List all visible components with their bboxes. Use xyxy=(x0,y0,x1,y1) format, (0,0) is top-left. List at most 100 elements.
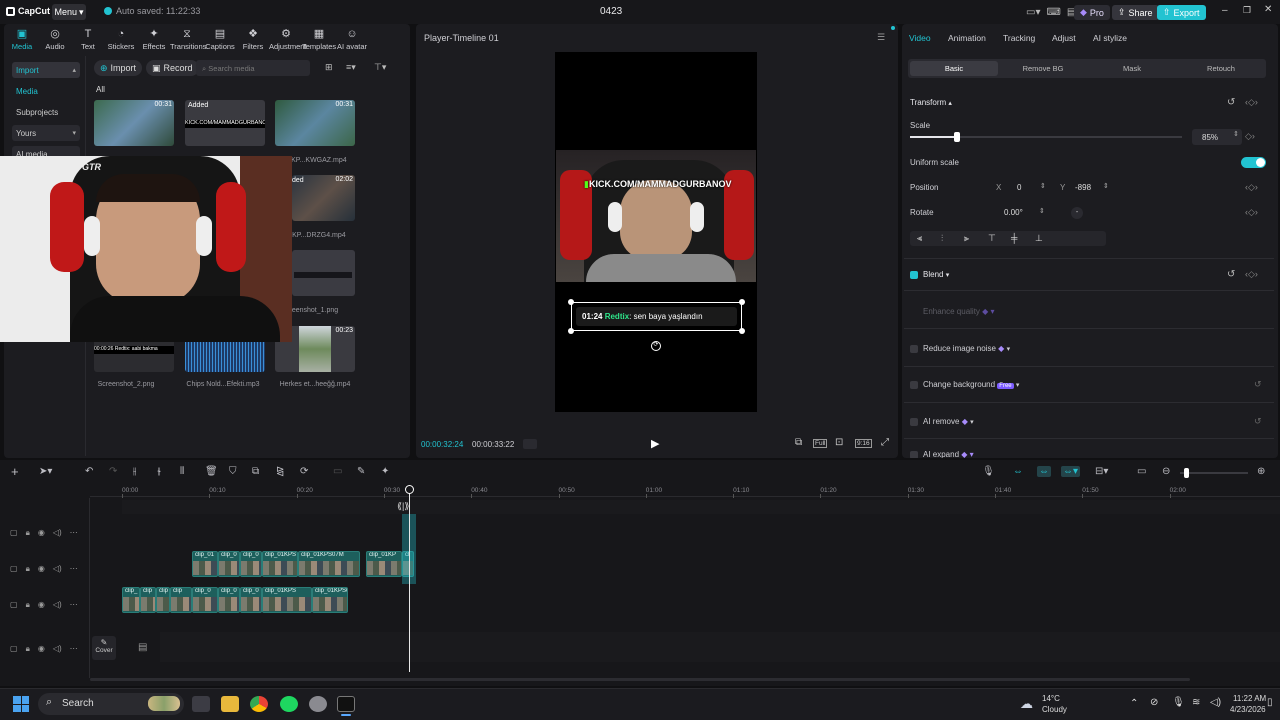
split-right-icon[interactable]: ⫴ xyxy=(180,466,184,477)
position-x-field[interactable]: X 0 ⇕ xyxy=(990,180,1050,196)
windows-start-icon[interactable] xyxy=(13,696,29,712)
freeze-icon[interactable]: ▭ xyxy=(333,466,342,477)
reset-icon[interactable]: ↺ xyxy=(1254,379,1262,390)
timeline-scrollbar[interactable] xyxy=(90,678,1190,681)
sidebar-item-yours[interactable]: Yours ▾ xyxy=(12,125,80,141)
tab-text[interactable]: T Text xyxy=(71,28,105,51)
timeline-clip[interactable]: clip_0 xyxy=(218,587,240,613)
tab-adjust[interactable]: Adjust xyxy=(1052,33,1076,43)
playhead-line[interactable] xyxy=(409,488,410,672)
crop-icon[interactable]: ⧉ xyxy=(252,466,259,477)
checkbox-checked-icon[interactable] xyxy=(910,270,918,279)
media-thumb-1[interactable]: 00:31 xyxy=(94,100,174,146)
subtab-remove-bg[interactable]: Remove BG xyxy=(999,61,1087,76)
record-button[interactable]: ▣ Record xyxy=(146,60,199,76)
rotate-input[interactable]: 0.00° ⇕ xyxy=(990,205,1048,221)
lock-icon[interactable]: 🔒︎ xyxy=(26,564,30,574)
tab-captions[interactable]: ▤ Captions xyxy=(203,28,237,51)
ratio-button[interactable]: 9:16 xyxy=(855,439,872,448)
waveform-toggle-icon[interactable] xyxy=(523,439,537,449)
undo-icon[interactable]: ↶ xyxy=(85,466,93,477)
sidebar-item-subprojects[interactable]: Subprojects xyxy=(12,104,80,120)
media-thumb-6[interactable] xyxy=(292,250,355,296)
tab-filters[interactable]: ❖ Filters xyxy=(236,28,270,51)
more-icon[interactable]: ⋯ xyxy=(70,564,78,574)
audio-marker-icon[interactable]: ⟪|⟫ xyxy=(397,501,409,512)
speaker-icon[interactable]: ◁) xyxy=(53,644,62,654)
speaker-icon[interactable]: ◁) xyxy=(53,564,62,574)
sidebar-item-media[interactable]: Media xyxy=(12,83,80,99)
timeline-clip[interactable]: clip xyxy=(170,587,192,613)
layout-icon[interactable]: ▭▾ xyxy=(1026,7,1040,18)
obs-icon[interactable] xyxy=(309,696,327,712)
maximize-icon[interactable]: ❐ xyxy=(1243,5,1251,16)
timeline-clip[interactable]: clip_01KP xyxy=(366,551,402,577)
redo-icon[interactable]: ↷ xyxy=(109,466,117,477)
timeline-clip[interactable]: clip xyxy=(156,587,170,613)
scale-value-input[interactable]: 85% ⇕ xyxy=(1192,129,1242,145)
share-button[interactable]: ⇪ Share xyxy=(1112,5,1159,20)
tab-animation[interactable]: Animation xyxy=(948,33,986,43)
tab-templates[interactable]: ▦ Templates xyxy=(302,28,336,51)
handle-dot[interactable] xyxy=(568,299,574,305)
position-y-field[interactable]: Y -898 ⇕ xyxy=(1055,180,1115,196)
speaker-icon[interactable]: ◁) xyxy=(53,600,62,610)
shortcut-icon[interactable]: ⌨ xyxy=(1046,7,1060,18)
full-quality-button[interactable]: Full xyxy=(813,439,828,448)
snap-icon[interactable]: ⇔▾ xyxy=(1061,466,1081,477)
eye-icon[interactable]: ◉ xyxy=(38,528,45,538)
split-left-icon[interactable]: ⫳ xyxy=(157,466,161,477)
more-icon[interactable]: ⋯ xyxy=(70,600,78,610)
chevron-up-icon[interactable]: ⌃ xyxy=(1130,698,1138,709)
speaker-icon[interactable]: ◁) xyxy=(53,528,62,538)
keyframe-icon[interactable]: ‹◇› xyxy=(1245,97,1258,108)
zoom-slider-handle[interactable] xyxy=(1184,468,1189,478)
zoom-in-icon[interactable]: ⊕ xyxy=(1257,466,1265,477)
timeline-clip[interactable]: clip xyxy=(140,587,156,613)
add-track-icon[interactable]: + xyxy=(11,464,19,479)
handle-dot[interactable] xyxy=(739,299,745,305)
tab-adjustment[interactable]: ⚙ Adjustment xyxy=(269,28,307,51)
link-main-track-icon[interactable]: ⇔ xyxy=(1013,466,1023,477)
tab-video[interactable]: Video xyxy=(909,33,931,43)
timeline-ruler[interactable] xyxy=(90,483,1280,497)
play-icon[interactable]: ▶ xyxy=(651,437,659,450)
subtab-basic[interactable]: Basic xyxy=(910,61,998,76)
reset-icon[interactable]: ↺ xyxy=(1227,269,1235,280)
screenshot-icon[interactable]: ⊡ xyxy=(835,437,843,448)
reduce-noise-row[interactable]: Reduce image noise ◆ ▾ xyxy=(910,344,1010,353)
more-icon[interactable]: ⋯ xyxy=(70,644,78,654)
tab-audio[interactable]: ◎ Audio xyxy=(38,28,72,51)
sort-icon[interactable]: ≡▾ xyxy=(346,62,356,73)
media-thumb-3[interactable]: 00:31 xyxy=(275,100,355,146)
transform-header[interactable]: Transform ▴ xyxy=(910,98,952,107)
checkbox-icon[interactable] xyxy=(910,417,918,426)
tab-effects[interactable]: ✦ Effects xyxy=(137,28,171,51)
task-view-icon[interactable] xyxy=(192,696,210,712)
caption-box[interactable]: 01:24 Redtix: sen baya yaşlandın xyxy=(571,302,742,331)
timeline-clip[interactable]: clip_0 xyxy=(240,551,262,577)
microphone-icon[interactable]: 🎙︎ xyxy=(1172,697,1185,708)
rotate-icon[interactable]: ⟳ xyxy=(300,466,308,477)
filter-icon[interactable]: ⊤▾ xyxy=(374,62,386,73)
tab-ai-avatar[interactable]: ☺ AI avatar xyxy=(335,28,369,51)
timeline-clip[interactable]: clip_0 xyxy=(218,551,240,577)
rotate-dial[interactable]: - xyxy=(1071,207,1083,219)
cover-button[interactable]: ✎ Cover xyxy=(92,636,116,660)
reset-icon[interactable]: ↺ xyxy=(1227,97,1235,108)
handle-dot[interactable] xyxy=(739,328,745,334)
timeline-clip[interactable]: clip_01KPS07M xyxy=(298,551,360,577)
file-explorer-icon[interactable] xyxy=(221,696,239,712)
fullscreen-icon[interactable]: ⤢ xyxy=(881,437,889,448)
playhead-handle[interactable] xyxy=(405,485,414,494)
uniform-scale-toggle[interactable] xyxy=(1241,157,1266,168)
media-thumb-5[interactable]: ded 02:02 xyxy=(292,175,355,221)
tab-transitions[interactable]: ⧖ Transitions xyxy=(170,28,206,51)
timeline-clip[interactable]: clip_01KPS xyxy=(262,587,312,613)
timeline-clip[interactable]: clip_0 xyxy=(192,587,218,613)
checkbox-icon[interactable] xyxy=(910,380,918,389)
change-background-row[interactable]: Change background Free ▾ xyxy=(910,380,1019,389)
caption-icon[interactable]: ▭ xyxy=(1137,466,1146,477)
delete-icon[interactable]: 🗑 xyxy=(205,466,218,477)
network-icon[interactable]: ⊘ xyxy=(1150,697,1158,708)
